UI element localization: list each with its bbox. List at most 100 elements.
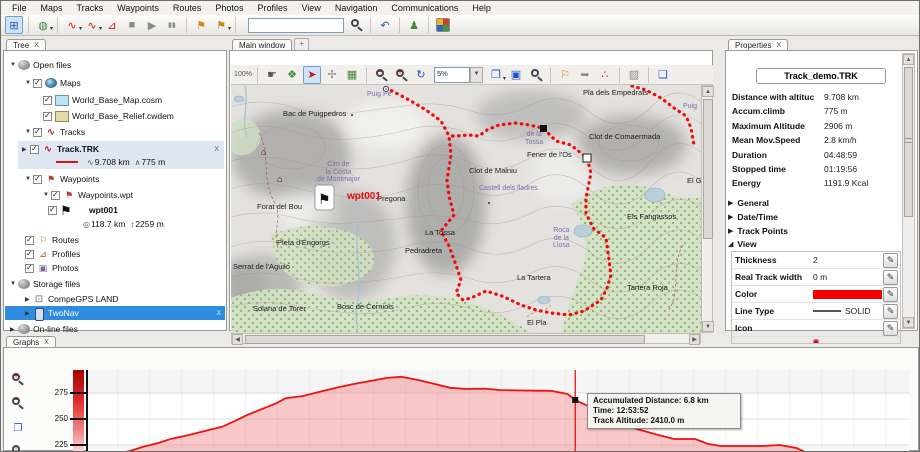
scrollbar-thumb[interactable] — [904, 67, 913, 217]
checkbox[interactable] — [43, 112, 52, 121]
tree-item-photos[interactable]: Photos — [5, 261, 225, 275]
property-section[interactable]: ▶Track Points — [728, 225, 897, 237]
property-section[interactable]: ◢View — [728, 238, 897, 250]
pointer-tool-button[interactable]: ➤ — [303, 66, 321, 84]
graph-zoom-select-button[interactable]: ▫ — [8, 442, 28, 452]
scale-value[interactable]: 5% — [434, 67, 470, 83]
move-map-tool-button[interactable]: ❖ — [283, 66, 301, 84]
preview-window-button[interactable]: ▣ — [507, 66, 525, 84]
map-vertical-scrollbar[interactable]: ▲ ▼ — [701, 85, 713, 333]
multi-window-button[interactable]: ❐ — [487, 66, 505, 84]
stop-animation-button[interactable]: ■ — [123, 16, 141, 34]
waypoint-tool-button[interactable]: ⚐ — [556, 66, 574, 84]
graph-zoom-out-button[interactable]: − — [8, 394, 28, 414]
tree-item-waypoints[interactable]: Waypoints — [5, 172, 225, 186]
property-section[interactable]: ▶General — [728, 197, 897, 209]
wpt001-marker[interactable]: ⚑ — [315, 185, 334, 210]
checkbox[interactable] — [43, 96, 52, 105]
close-icon[interactable]: X — [216, 310, 221, 317]
menu-item[interactable]: Waypoints — [110, 2, 166, 14]
open-map-button[interactable]: ◍ — [34, 16, 52, 34]
graph-window-button[interactable]: ❐ — [8, 418, 28, 438]
expander-icon[interactable] — [25, 129, 33, 135]
properties-scrollbar[interactable]: ▲ ▼ — [902, 53, 915, 329]
close-icon[interactable]: X — [34, 42, 39, 49]
menu-item[interactable]: Profiles — [250, 2, 294, 14]
scroll-up-icon[interactable]: ▲ — [702, 86, 714, 97]
close-icon[interactable]: X — [44, 339, 49, 346]
tree-item-profiles[interactable]: Profiles — [5, 247, 225, 261]
save-waypoint-button[interactable]: ⚑ — [212, 16, 230, 34]
expander-icon[interactable] — [10, 326, 18, 333]
checkbox[interactable] — [33, 79, 42, 88]
expander-icon[interactable]: ▶ — [728, 227, 733, 235]
map-viewport[interactable]: ⌂ ⌂ ⚑ Pla dels EmpedratsBac de Puigpedro… — [231, 85, 701, 333]
checkbox[interactable] — [48, 206, 57, 215]
tree-panel-button[interactable]: ⊞ — [5, 16, 23, 34]
zoom-out-button[interactable]: − — [372, 66, 390, 84]
undo-button[interactable]: ↶ — [376, 16, 394, 34]
checkbox[interactable] — [33, 175, 42, 184]
zoom-in-button[interactable]: + — [392, 66, 410, 84]
menu-item[interactable]: Help — [465, 2, 498, 14]
tree-item-wpt001[interactable]: wpt001 ◎118.7 km↕2259 m — [48, 203, 224, 231]
checkbox[interactable] — [25, 236, 34, 245]
track-graph-button[interactable]: ⊿ — [103, 16, 121, 34]
menu-item[interactable]: Routes — [166, 2, 209, 14]
checkbox[interactable] — [25, 250, 34, 259]
rotate-view-button[interactable]: ↻ — [412, 66, 430, 84]
scale-combo[interactable]: 5%▼ — [434, 67, 483, 83]
tree-item-world-base-map[interactable]: World_Base_Map.cosm — [5, 93, 225, 107]
play-animation-button[interactable]: ▶ — [143, 16, 161, 34]
search-button[interactable] — [347, 16, 365, 34]
tree-item-maps[interactable]: Maps — [5, 76, 225, 90]
expander-icon[interactable] — [22, 146, 30, 153]
land-modules-button[interactable] — [436, 18, 450, 32]
open-track-button[interactable]: ∿ — [63, 16, 81, 34]
new-window-button[interactable]: ❏ — [654, 66, 672, 84]
save-track-button[interactable]: ∿ — [83, 16, 101, 34]
expander-icon[interactable] — [25, 176, 33, 182]
tree-item-track-trk[interactable]: Track.TRKX ∿9.708 km∧775 m — [18, 141, 224, 169]
expander-icon[interactable]: ▶ — [728, 199, 733, 207]
checkbox[interactable] — [33, 128, 42, 137]
tree-item-world-base-relief[interactable]: World_Base_Relief.cwdem — [5, 109, 225, 123]
property-section[interactable]: ▶Date/Time — [728, 211, 897, 223]
scroll-down-icon[interactable]: ▼ — [903, 317, 914, 328]
search-input[interactable] — [248, 18, 344, 33]
menu-item[interactable]: Communications — [384, 2, 465, 14]
expander-icon[interactable]: ◢ — [728, 240, 733, 248]
gps-status-button[interactable]: ♟ — [405, 16, 423, 34]
expander-icon[interactable] — [43, 192, 51, 198]
checkbox[interactable] — [51, 191, 60, 200]
open-waypoint-button[interactable]: ⚑ — [192, 16, 210, 34]
menu-item[interactable]: Maps — [34, 2, 70, 14]
expander-icon[interactable] — [10, 62, 18, 68]
tree-item-twonav[interactable]: TwoNavX — [5, 306, 225, 320]
pan-tool-button[interactable]: ☛ — [263, 66, 281, 84]
edit-pencil-button[interactable]: ✎ — [883, 304, 898, 319]
checkbox[interactable] — [30, 145, 39, 154]
pause-animation-button[interactable]: ▮▮ — [163, 16, 181, 34]
menu-item[interactable]: Photos — [208, 2, 250, 14]
expander-icon[interactable]: ▶ — [728, 213, 733, 221]
track-start-marker[interactable] — [540, 125, 547, 132]
edit-pencil-button[interactable]: ✎ — [883, 253, 898, 268]
expander-icon[interactable] — [25, 296, 33, 303]
scroll-up-icon[interactable]: ▲ — [903, 54, 914, 65]
scrollbar-thumb[interactable] — [703, 99, 713, 239]
checkbox[interactable] — [25, 264, 34, 273]
menu-item[interactable]: Navigation — [328, 2, 385, 14]
select-object-tool-button[interactable]: ➥ — [576, 66, 594, 84]
tree-item-tracks[interactable]: Tracks — [5, 125, 225, 139]
close-icon[interactable]: X — [214, 146, 219, 153]
close-icon[interactable]: X — [776, 42, 781, 49]
tree-item-open-files[interactable]: Open files — [5, 58, 225, 72]
photo-tool-button[interactable]: ▨ — [625, 66, 643, 84]
elevation-chart[interactable] — [85, 368, 913, 452]
chevron-down-icon[interactable]: ▼ — [470, 67, 483, 83]
track-edit-tool-button[interactable]: ∴ — [596, 66, 614, 84]
tree-item-waypoints-wpt[interactable]: Waypoints.wpt — [5, 188, 225, 202]
expander-icon[interactable] — [10, 281, 18, 287]
recenter-tool-button[interactable]: ✢ — [323, 66, 341, 84]
